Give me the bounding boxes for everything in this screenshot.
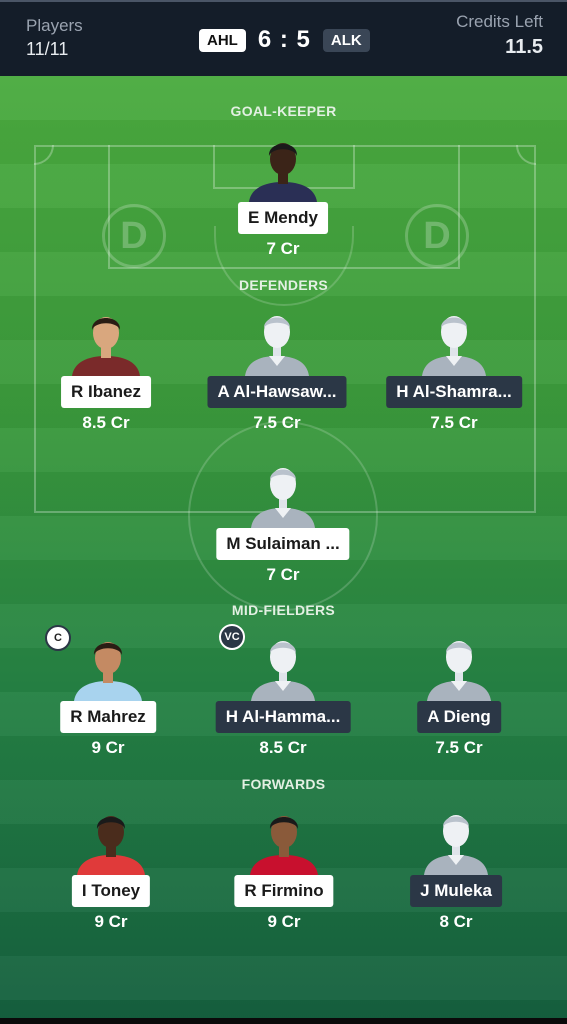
player-name: J Muleka xyxy=(410,875,502,907)
player-credits: 7.5 Cr xyxy=(435,738,483,757)
player-credits: 7 Cr xyxy=(266,239,300,258)
player-card-def-2[interactable]: A Al-Hawsaw... 7.5 Cr xyxy=(197,308,357,438)
player-card-def-3[interactable]: H Al-Shamra... 7.5 Cr xyxy=(374,308,534,438)
player-name: A Dieng xyxy=(417,701,501,733)
player-photo xyxy=(73,807,149,875)
team-player-split: 6 : 5 xyxy=(257,26,311,53)
dream-logo-right: D xyxy=(405,204,469,268)
player-credits: 9 Cr xyxy=(267,912,301,931)
players-value: 11/11 xyxy=(26,39,69,59)
goalkeeper-label: GOAL-KEEPER xyxy=(230,103,337,119)
player-name: R Mahrez xyxy=(60,701,156,733)
player-name: R Ibanez xyxy=(61,376,151,408)
player-name: H Al-Hamma... xyxy=(215,701,351,733)
player-name: H Al-Shamra... xyxy=(386,376,522,408)
credits-value: 11.5 xyxy=(505,36,543,58)
vice-captain-badge: VC xyxy=(219,624,245,650)
player-name: E Mendy xyxy=(238,202,328,234)
team-score: AHL 6 : 5 ALK xyxy=(199,26,370,54)
placeholder-avatar-icon xyxy=(421,633,497,701)
player-card-fwd-2[interactable]: R Firmino 9 Cr xyxy=(204,807,364,937)
away-team-chip: ALK xyxy=(322,28,370,52)
player-name: R Firmino xyxy=(234,875,334,907)
defenders-label: DEFENDERS xyxy=(238,277,329,293)
player-name: M Sulaiman ... xyxy=(216,528,350,560)
player-credits: 7.5 Cr xyxy=(430,413,478,432)
player-name: A Al-Hawsaw... xyxy=(207,376,347,408)
placeholder-avatar-icon xyxy=(239,308,315,376)
player-card-mid-1[interactable]: R Mahrez 9 Cr C xyxy=(28,625,188,763)
forwards-label: FORWARDS xyxy=(241,776,326,792)
player-credits: 7 Cr xyxy=(266,565,300,584)
placeholder-avatar-icon xyxy=(245,633,321,701)
players-count: Players 11/11 xyxy=(26,16,83,60)
player-card-fwd-3[interactable]: J Muleka 8 Cr xyxy=(376,807,536,937)
players-label: Players xyxy=(26,16,83,35)
header-divider xyxy=(0,0,567,2)
placeholder-avatar-icon xyxy=(418,807,494,875)
captain-badge: C xyxy=(45,625,71,651)
player-credits: 8.5 Cr xyxy=(82,413,130,432)
system-nav-bar xyxy=(0,1018,567,1024)
player-card-mid-2[interactable]: H Al-Hamma... 8.5 Cr VC xyxy=(203,624,363,763)
dream-logo-left: D xyxy=(102,204,166,268)
player-card-def-4[interactable]: M Sulaiman ... 7 Cr xyxy=(203,460,363,590)
player-photo xyxy=(70,633,146,701)
player-card-fwd-1[interactable]: I Toney 9 Cr xyxy=(31,807,191,937)
placeholder-avatar-icon xyxy=(416,308,492,376)
player-credits: 9 Cr xyxy=(94,912,128,931)
credits-label: Credits Left xyxy=(456,12,543,31)
credits-left: Credits Left 11.5 xyxy=(456,12,543,59)
player-name: I Toney xyxy=(71,875,151,907)
player-credits: 8 Cr xyxy=(439,912,473,931)
player-credits: 8.5 Cr xyxy=(259,738,307,757)
match-header: Players 11/11 AHL 6 : 5 ALK Credits Left… xyxy=(0,0,567,76)
midfielders-label: MID-FIELDERS xyxy=(231,602,336,618)
player-photo xyxy=(68,308,144,376)
player-credits: 7.5 Cr xyxy=(253,413,301,432)
home-team-chip: AHL xyxy=(199,28,246,52)
player-card-gk[interactable]: E Mendy 7 Cr xyxy=(203,134,363,264)
player-credits: 9 Cr xyxy=(91,738,125,757)
placeholder-avatar-icon xyxy=(245,460,321,528)
player-card-def-1[interactable]: R Ibanez 8.5 Cr xyxy=(26,308,186,438)
player-card-mid-3[interactable]: A Dieng 7.5 Cr xyxy=(379,633,539,763)
pitch: D D GOAL-KEEPER DEFENDERS MID-FIELDERS F… xyxy=(0,76,567,1020)
player-photo xyxy=(245,134,321,202)
player-photo xyxy=(246,807,322,875)
